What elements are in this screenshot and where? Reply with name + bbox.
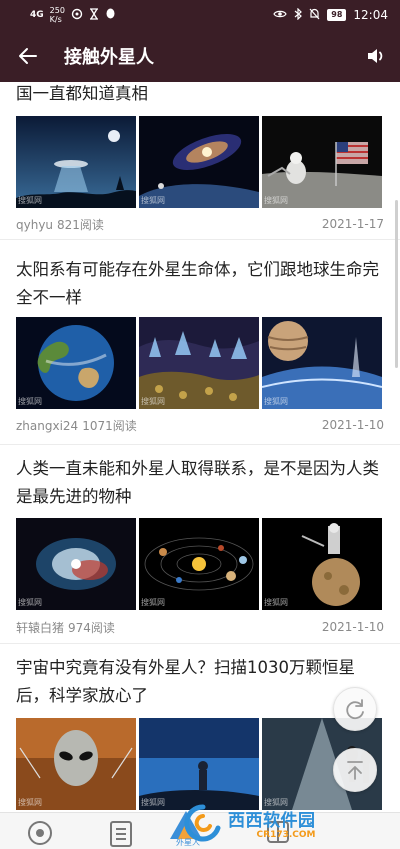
tab-camera[interactable] bbox=[26, 819, 54, 849]
site-logo-icon bbox=[184, 804, 221, 842]
nebula-explosion-thumb[interactable]: 搜狐网 bbox=[16, 518, 136, 610]
thumb-source-watermark: 搜狐网 bbox=[264, 598, 288, 607]
article-thumbnails: 搜狐网 搜狐网 搜狐网 bbox=[16, 116, 384, 208]
thumb-source-watermark: 搜狐网 bbox=[141, 196, 165, 205]
thumb-source-watermark: 搜狐网 bbox=[264, 397, 288, 406]
back-button[interactable] bbox=[0, 30, 56, 82]
article-card[interactable]: 国一直都知道真相 搜狐网 搜狐网 搜狐网 qyhyu 821阅读 2021-1-… bbox=[0, 82, 400, 240]
article-title[interactable]: 宇宙中究竟有没有外星人？扫描1030万颗恒星后，科学家放心了 bbox=[16, 654, 384, 710]
thumb-source-watermark: 搜狐网 bbox=[141, 397, 165, 406]
planet-horizon-thumb[interactable]: 搜狐网 bbox=[262, 317, 382, 409]
article-stats: qyhyu 821阅读 bbox=[16, 216, 104, 233]
article-meta: zhangxi24 1071阅读 2021-1-10 bbox=[16, 416, 384, 434]
refresh-button[interactable] bbox=[333, 687, 377, 731]
article-title[interactable]: 人类一直未能和外星人取得联系，是不是因为人类是最先进的物种 bbox=[16, 455, 384, 511]
qq-icon bbox=[105, 8, 116, 23]
article-thumbnails: 搜狐网 搜狐网 搜狐网 bbox=[16, 518, 384, 610]
galaxy-spiral-thumb[interactable]: 搜狐网 bbox=[139, 116, 259, 208]
thumb-source-watermark: 搜狐网 bbox=[141, 798, 165, 807]
article-title[interactable]: 太阳系有可能存在外星生命体，它们跟地球生命完全不一样 bbox=[16, 256, 384, 312]
thumb-source-watermark: 搜狐网 bbox=[18, 598, 42, 607]
clock: 12:04 bbox=[353, 8, 388, 22]
notes-icon bbox=[110, 821, 132, 847]
battery-level: 98 bbox=[327, 9, 347, 21]
app-bar: 接触外星人 bbox=[0, 30, 400, 82]
article-card[interactable]: 人类一直未能和外星人取得联系，是不是因为人类是最先进的物种 搜狐网 搜狐网 搜狐… bbox=[0, 445, 400, 644]
net-speed-value: 250 bbox=[49, 6, 65, 15]
article-date: 2021-1-10 bbox=[321, 418, 384, 432]
bluetooth-icon bbox=[294, 7, 303, 23]
status-left: 4G 250 K/s bbox=[30, 6, 116, 24]
article-title[interactable]: 国一直都知道真相 bbox=[16, 82, 384, 108]
arrow-left-icon bbox=[19, 48, 37, 64]
net-speed-unit: K/s bbox=[49, 15, 62, 24]
article-stats: 轩辕白猪 974阅读 bbox=[16, 619, 115, 636]
mute-icon bbox=[309, 8, 320, 23]
article-author[interactable]: 轩辕白猪 bbox=[16, 621, 64, 635]
watermark-url: CR173.COM bbox=[256, 830, 316, 840]
tab-notes[interactable] bbox=[108, 819, 134, 849]
article-author[interactable]: zhangxi24 bbox=[16, 419, 78, 433]
eye-icon bbox=[273, 8, 287, 22]
page-title: 接触外星人 bbox=[64, 47, 154, 68]
ufo-night-sky-thumb[interactable]: 搜狐网 bbox=[16, 116, 136, 208]
hourglass-icon bbox=[89, 7, 99, 23]
camera-icon bbox=[28, 821, 52, 845]
thumb-source-watermark: 搜狐网 bbox=[264, 196, 288, 205]
solar-system-orbits-thumb[interactable]: 搜狐网 bbox=[139, 518, 259, 610]
article-card[interactable]: 太阳系有可能存在外星生命体，它们跟地球生命完全不一样 搜狐网 搜狐网 搜狐网 z… bbox=[0, 240, 400, 445]
article-date: 2021-1-10 bbox=[321, 620, 384, 634]
thumb-source-watermark: 搜狐网 bbox=[18, 397, 42, 406]
scroll-to-top-button[interactable] bbox=[333, 748, 377, 792]
status-bar: 4G 250 K/s 98 12:04 bbox=[0, 0, 400, 30]
astronaut-on-asteroid-thumb[interactable]: 搜狐网 bbox=[262, 518, 382, 610]
net-speed: 250 K/s bbox=[50, 6, 65, 24]
article-stats: zhangxi24 1071阅读 bbox=[16, 417, 137, 434]
earth-globe-thumb[interactable]: 搜狐网 bbox=[16, 317, 136, 409]
article-meta: qyhyu 821阅读 2021-1-17 bbox=[16, 215, 384, 233]
scroll-to-top-icon bbox=[347, 761, 363, 780]
thumb-source-watermark: 搜狐网 bbox=[18, 798, 42, 807]
article-thumbnails: 搜狐网 搜狐网 搜狐网 bbox=[16, 317, 384, 409]
article-reads: 821阅读 bbox=[57, 217, 104, 232]
moon-landing-flag-thumb[interactable]: 搜狐网 bbox=[262, 116, 382, 208]
speaker-icon bbox=[368, 49, 383, 63]
grey-alien-antennas-thumb[interactable]: 搜狐网 bbox=[16, 718, 136, 810]
site-watermark: 西西软件园 CR173.COM bbox=[184, 800, 394, 846]
scrollbar[interactable] bbox=[395, 200, 398, 368]
refresh-icon bbox=[346, 699, 364, 720]
watermark-brand: 西西软件园 bbox=[228, 811, 316, 831]
thumb-source-watermark: 搜狐网 bbox=[18, 196, 42, 205]
alien-planet-landscape-thumb[interactable]: 搜狐网 bbox=[139, 317, 259, 409]
article-meta: 轩辕白猪 974阅读 2021-1-10 bbox=[16, 618, 384, 636]
article-thumbnails: 搜狐网 搜狐网 搜狐网 bbox=[16, 718, 384, 810]
article-author[interactable]: qyhyu bbox=[16, 218, 53, 232]
network-indicator: 4G bbox=[30, 10, 44, 20]
vpn-icon bbox=[71, 8, 83, 23]
article-reads: 1071阅读 bbox=[82, 418, 137, 433]
thumb-source-watermark: 搜狐网 bbox=[141, 598, 165, 607]
screen: 4G 250 K/s 98 12:04 接触外星人 国一直都知道真相 搜狐网 搜… bbox=[0, 0, 400, 849]
silhouette-starry-sky-thumb[interactable]: 搜狐网 bbox=[139, 718, 259, 810]
article-date: 2021-1-17 bbox=[321, 217, 384, 231]
article-reads: 974阅读 bbox=[68, 620, 115, 635]
sound-button[interactable] bbox=[352, 30, 400, 82]
status-right: 98 12:04 bbox=[273, 7, 388, 23]
